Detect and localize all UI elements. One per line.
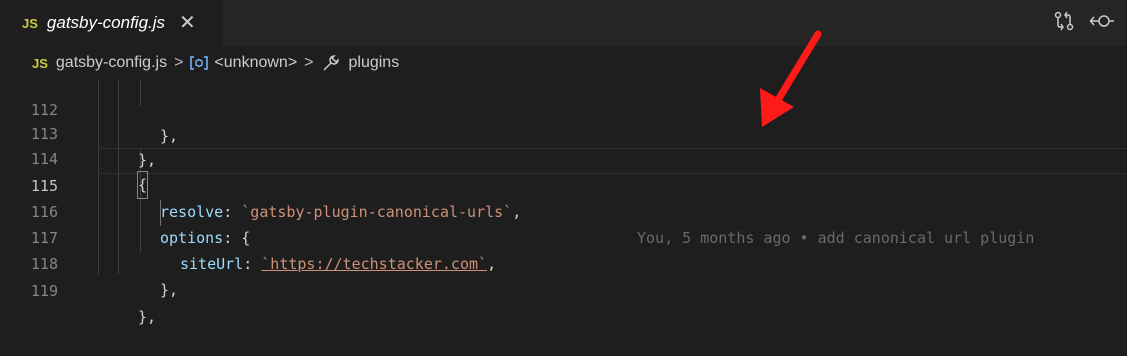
code-text: }, (138, 308, 157, 326)
code-text: }, (160, 281, 179, 299)
line-number: 119 (30, 282, 58, 300)
red-arrow-annotation (760, 30, 822, 127)
